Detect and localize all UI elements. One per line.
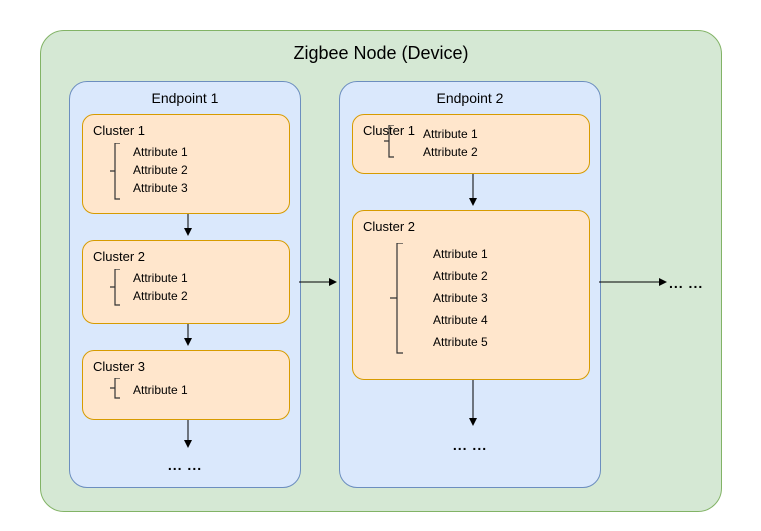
endpoint-2-cluster-2-box: Cluster 2 Attribute 1 Attribute 2 Attrib…: [352, 210, 590, 380]
endpoint-2-ellipsis: ... ...: [340, 437, 600, 453]
attribute-label: Attribute 2: [133, 161, 188, 179]
attribute-label: Attribute 1: [433, 243, 488, 265]
outer-ellipsis: ... ...: [669, 275, 703, 291]
attribute-label: Attribute 1: [133, 269, 188, 287]
endpoint-2-cluster-1-box: Cluster 1 Attribute 1 Attribute 2: [352, 114, 590, 174]
endpoint-1-box: Endpoint 1 Cluster 1 Attribute 1 Attribu…: [69, 81, 301, 488]
cluster-title: Cluster 1: [93, 123, 289, 138]
endpoint-1-cluster-3-box: Cluster 3 Attribute 1: [82, 350, 290, 420]
endpoint-1-title: Endpoint 1: [70, 90, 300, 106]
cluster-title: Cluster 2: [93, 249, 289, 264]
endpoint-1-ellipsis: ... ...: [70, 457, 300, 473]
attribute-label: Attribute 1: [133, 143, 188, 161]
endpoint-1-cluster-2-box: Cluster 2 Attribute 1 Attribute 2: [82, 240, 290, 324]
zigbee-node-title: Zigbee Node (Device): [41, 43, 721, 64]
attribute-label: Attribute 5: [433, 331, 488, 353]
attribute-label: Attribute 2: [133, 287, 188, 305]
attribute-label: Attribute 4: [433, 309, 488, 331]
attribute-label: Attribute 3: [433, 287, 488, 309]
attribute-label: Attribute 2: [423, 143, 478, 161]
endpoint-2-box: Endpoint 2 Cluster 1 Attribute 1 Attribu…: [339, 81, 601, 488]
attribute-label: Attribute 2: [433, 265, 488, 287]
cluster-title: Cluster 3: [93, 359, 289, 374]
attribute-label: Attribute 1: [133, 381, 188, 399]
attribute-label: Attribute 3: [133, 179, 188, 197]
endpoint-1-cluster-1-box: Cluster 1 Attribute 1 Attribute 2 Attrib…: [82, 114, 290, 214]
attribute-label: Attribute 1: [423, 125, 478, 143]
zigbee-node-box: Zigbee Node (Device) Endpoint 1 Cluster …: [40, 30, 722, 512]
endpoint-2-title: Endpoint 2: [340, 90, 600, 106]
cluster-title: Cluster 2: [363, 219, 589, 234]
